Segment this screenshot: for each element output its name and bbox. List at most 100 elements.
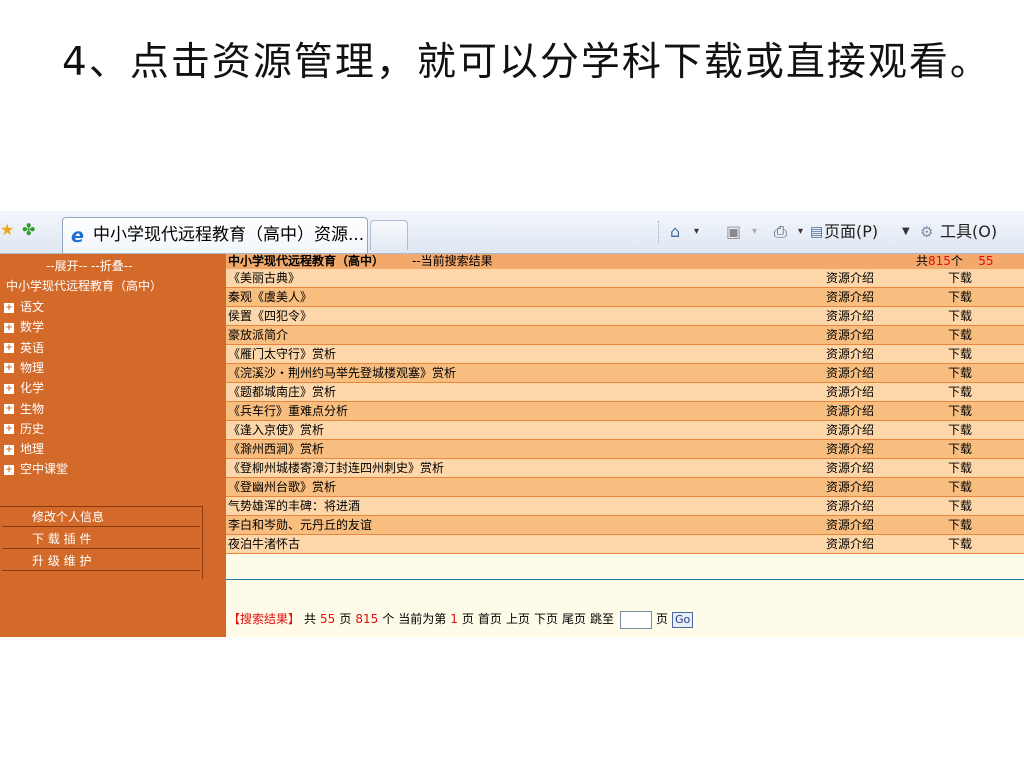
page-icon[interactable]: ▤ (810, 221, 823, 243)
resource-intro-link[interactable]: 资源介绍 (826, 307, 874, 326)
download-link[interactable]: 下载 (948, 383, 972, 402)
resource-intro-link[interactable]: 资源介绍 (826, 345, 874, 364)
feed-dropdown-icon[interactable]: ▾ (752, 221, 757, 243)
pager-first-link[interactable]: 首页 (478, 612, 502, 626)
resource-title-link[interactable]: 秦观《虞美人》 (228, 288, 312, 307)
resource-title-link[interactable]: 《滁州西涧》赏析 (228, 440, 324, 459)
resource-intro-link[interactable]: 资源介绍 (826, 421, 874, 440)
download-link[interactable]: 下载 (948, 402, 972, 421)
sidebar-subject-item[interactable]: + 化学 (4, 378, 44, 398)
resource-intro-link[interactable]: 资源介绍 (826, 402, 874, 421)
sidebar-subject-item[interactable]: + 空中课堂 (4, 459, 68, 479)
resource-intro-link[interactable]: 资源介绍 (826, 383, 874, 402)
download-link[interactable]: 下载 (948, 459, 972, 478)
resource-row: 《逢入京使》赏析 资源介绍 下载 (226, 421, 1024, 440)
new-tab-button[interactable] (370, 220, 408, 250)
resource-intro-link[interactable]: 资源介绍 (826, 459, 874, 478)
resource-title-link[interactable]: 《浣溪沙・荆州约马举先登城楼观塞》赏析 (228, 364, 456, 383)
pager-current-text: 当前为第 (398, 612, 447, 626)
download-link[interactable]: 下载 (948, 440, 972, 459)
download-link[interactable]: 下载 (948, 478, 972, 497)
resource-intro-link[interactable]: 资源介绍 (826, 497, 874, 516)
sidebar-subject-label: 地理 (20, 442, 45, 457)
print-icon[interactable]: ⎙ (774, 221, 787, 243)
tab-active[interactable]: e 中小学现代远程教育（高中）资源... (62, 217, 368, 253)
resource-title-link[interactable]: 李白和岑勋、元丹丘的友谊 (228, 516, 372, 535)
pager-next-link[interactable]: 下页 (534, 612, 558, 626)
pager-prev-link[interactable]: 上页 (506, 612, 530, 626)
expand-plus-icon[interactable]: + (4, 383, 14, 394)
sidebar-link[interactable]: 修改个人信息 (2, 507, 200, 527)
expand-plus-icon[interactable]: + (4, 322, 14, 333)
home-icon[interactable]: ⌂ (670, 221, 680, 243)
resource-title-link[interactable]: 《逢入京使》赏析 (228, 421, 324, 440)
resource-intro-link[interactable]: 资源介绍 (826, 269, 874, 288)
favorites-star-icon[interactable]: ★ (0, 221, 14, 239)
download-link[interactable]: 下载 (948, 421, 972, 440)
pager-current-unit: 页 (461, 612, 474, 626)
download-link[interactable]: 下载 (948, 516, 972, 535)
sidebar-subject-item[interactable]: + 语文 (4, 297, 44, 317)
home-dropdown-icon[interactable]: ▾ (694, 221, 699, 243)
sidebar-subject-item[interactable]: + 物理 (4, 358, 44, 378)
resource-row: 《兵车行》重难点分析 资源介绍 下载 (226, 402, 1024, 421)
go-button[interactable]: Go (672, 611, 694, 628)
resource-intro-link[interactable]: 资源介绍 (826, 326, 874, 345)
resource-title-link[interactable]: 《兵车行》重难点分析 (228, 402, 348, 421)
sidebar-link[interactable]: 升 级 维 护 (2, 551, 200, 571)
sidebar-link[interactable]: 下 载 插 件 (2, 529, 200, 549)
add-favorite-icon[interactable]: ✤ (22, 221, 35, 239)
tools-gear-icon[interactable]: ⚙ (920, 221, 933, 243)
resource-title-link[interactable]: 夜泊牛渚怀古 (228, 535, 300, 554)
page-jump-input[interactable] (620, 610, 652, 629)
download-link[interactable]: 下载 (948, 497, 972, 516)
tools-menu[interactable]: 工具(O) (940, 221, 997, 243)
resource-title-link[interactable]: 侯置《四犯令》 (228, 307, 312, 326)
resource-title-link[interactable]: 气势雄浑的丰碑：将进酒 (228, 497, 360, 516)
page-dropdown-icon[interactable]: ▼ (902, 221, 910, 243)
resource-intro-link[interactable]: 资源介绍 (826, 516, 874, 535)
download-link[interactable]: 下载 (948, 364, 972, 383)
sidebar-subject-item[interactable]: + 历史 (4, 419, 44, 439)
resource-intro-link[interactable]: 资源介绍 (826, 478, 874, 497)
ie-page-icon: e (71, 225, 84, 247)
resource-title-link[interactable]: 《题都城南庄》赏析 (228, 383, 336, 402)
resource-title-link[interactable]: 《美丽古典》 (228, 269, 300, 288)
sidebar-site-title[interactable]: 中小学现代远程教育（高中） (6, 277, 162, 294)
feed-icon[interactable]: ▣ (726, 221, 741, 243)
download-link[interactable]: 下载 (948, 307, 972, 326)
pager-jump-label: 跳至 (589, 612, 614, 626)
sidebar: --展开-- --折叠-- 中小学现代远程教育（高中） + 语文 + 数学 + 英语 + 物理… (0, 254, 226, 637)
resource-intro-link[interactable]: 资源介绍 (826, 535, 874, 554)
expand-plus-icon[interactable]: + (4, 363, 14, 374)
resource-intro-link[interactable]: 资源介绍 (826, 364, 874, 383)
resource-title-link[interactable]: 豪放派简介 (228, 326, 288, 345)
expand-plus-icon[interactable]: + (4, 343, 14, 354)
resource-title-link[interactable]: 《登柳州城楼寄漳汀封连四州刺史》赏析 (228, 459, 444, 478)
expand-plus-icon[interactable]: + (4, 444, 14, 455)
download-link[interactable]: 下载 (948, 535, 972, 554)
resource-row: 《滁州西涧》赏析 资源介绍 下载 (226, 440, 1024, 459)
sidebar-subject-item[interactable]: + 生物 (4, 399, 44, 419)
sidebar-subject-item[interactable]: + 数学 (4, 317, 44, 337)
resource-intro-link[interactable]: 资源介绍 (826, 440, 874, 459)
print-dropdown-icon[interactable]: ▾ (798, 221, 803, 243)
download-link[interactable]: 下载 (948, 326, 972, 345)
download-link[interactable]: 下载 (948, 288, 972, 307)
resource-title-link[interactable]: 《雁门太守行》赏析 (228, 345, 336, 364)
expand-plus-icon[interactable]: + (4, 302, 14, 313)
page-menu[interactable]: 页面(P) (824, 221, 878, 243)
pager-items-unit: 个 (382, 612, 395, 626)
sidebar-subject-item[interactable]: + 地理 (4, 439, 44, 459)
pager-last-link[interactable]: 尾页 (562, 612, 586, 626)
download-link[interactable]: 下载 (948, 269, 972, 288)
expand-plus-icon[interactable]: + (4, 464, 14, 475)
sidebar-subject-item[interactable]: + 英语 (4, 338, 44, 358)
resource-intro-link[interactable]: 资源介绍 (826, 288, 874, 307)
expand-plus-icon[interactable]: + (4, 424, 14, 435)
sidebar-toggle[interactable]: --展开-- --折叠-- (46, 257, 132, 274)
resource-title-link[interactable]: 《登幽州台歌》赏析 (228, 478, 336, 497)
resource-row: 秦观《虞美人》 资源介绍 下载 (226, 288, 1024, 307)
download-link[interactable]: 下载 (948, 345, 972, 364)
expand-plus-icon[interactable]: + (4, 404, 14, 414)
